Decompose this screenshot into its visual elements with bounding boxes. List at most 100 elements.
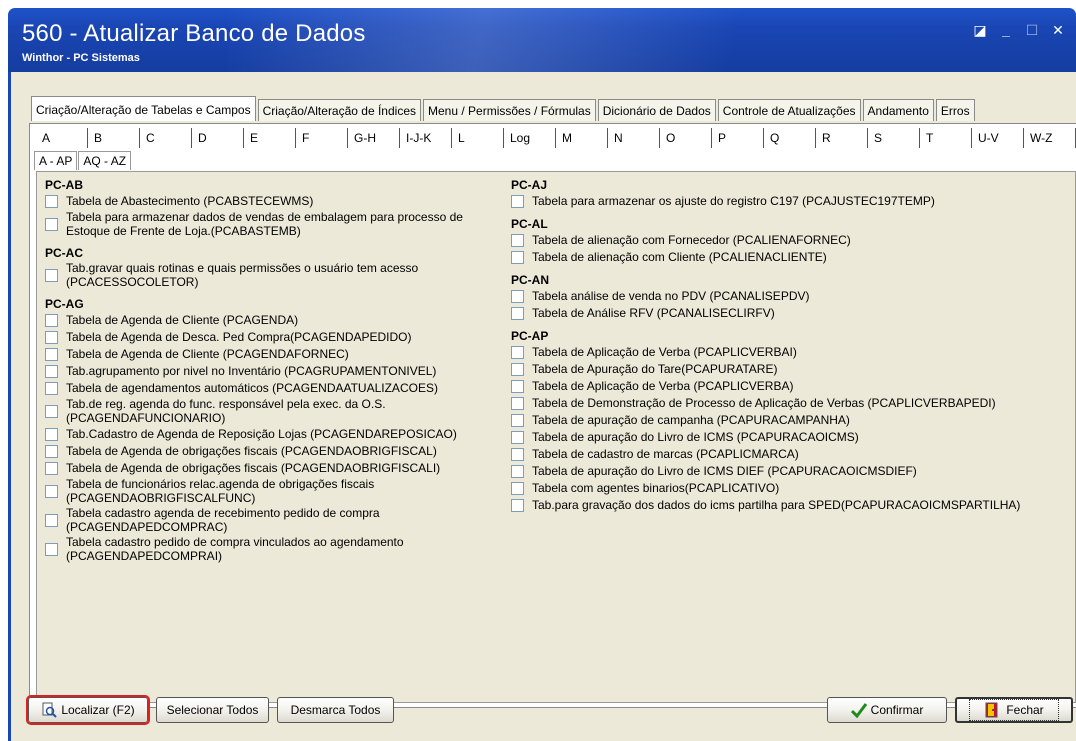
letter-tab-7[interactable]: I-J-K — [400, 128, 452, 148]
checkbox[interactable] — [45, 427, 58, 441]
help-icon[interactable]: ◪ — [972, 22, 988, 38]
table-checkbox-item[interactable]: Tabela de Agenda de Desca. Ped Compra(PC… — [45, 329, 515, 345]
checkbox[interactable] — [511, 306, 524, 320]
table-checkbox-item[interactable]: Tabela de funcionários relac.agenda de o… — [45, 477, 515, 505]
table-checkbox-item[interactable]: Tabela de Abastecimento (PCABSTECEWMS) — [45, 193, 515, 209]
checkbox[interactable] — [45, 461, 58, 475]
table-checkbox-item[interactable]: Tab.para gravação dos dados do icms part… — [511, 497, 1071, 513]
checkbox[interactable] — [511, 289, 524, 303]
letter-tab-9[interactable]: Log — [504, 128, 556, 148]
table-checkbox-item[interactable]: Tabela de Aplicação de Verba (PCAPLICVER… — [511, 378, 1071, 394]
table-checkbox-item[interactable]: Tabela para armazenar dados de vendas de… — [45, 210, 515, 238]
table-checkbox-item[interactable]: Tabela análise de venda no PDV (PCANALIS… — [511, 288, 1071, 304]
table-checkbox-item[interactable]: Tabela de alienação com Fornecedor (PCAL… — [511, 232, 1071, 248]
letter-tab-17[interactable]: T — [920, 128, 972, 148]
table-checkbox-item[interactable]: Tabela de Aplicação de Verba (PCAPLICVER… — [511, 344, 1071, 360]
close-icon[interactable]: ✕ — [1050, 22, 1066, 38]
table-checkbox-item[interactable]: Tabela de cadastro de marcas (PCAPLICMAR… — [511, 446, 1071, 462]
checkbox[interactable] — [45, 364, 58, 378]
confirm-button[interactable]: Confirmar — [827, 697, 947, 723]
maximize-icon[interactable]: ☐ — [1024, 22, 1040, 38]
tab-6[interactable]: Erros — [935, 99, 975, 121]
checkbox[interactable] — [45, 542, 58, 556]
checkbox[interactable] — [45, 404, 58, 418]
table-checkbox-item[interactable]: Tab.agrupamento por nivel no Inventário … — [45, 363, 515, 379]
table-checkbox-item[interactable]: Tabela de Agenda de Cliente (PCAGENDAFOR… — [45, 346, 515, 362]
minimize-icon[interactable]: _ — [998, 22, 1014, 38]
checkbox[interactable] — [511, 379, 524, 393]
table-checkbox-item[interactable]: Tabela de Apuração do Tare(PCAPURATARE) — [511, 361, 1071, 377]
table-checkbox-item[interactable]: Tabela cadastro pedido de compra vincula… — [45, 535, 515, 563]
table-checkbox-item[interactable]: Tab.de reg. agenda do func. responsável … — [45, 397, 515, 425]
letter-tab-6[interactable]: G-H — [348, 128, 400, 148]
table-checkbox-item[interactable]: Tabela de Agenda de Cliente (PCAGENDA) — [45, 312, 515, 328]
checkbox[interactable] — [511, 194, 524, 208]
letter-tab-13[interactable]: P — [712, 128, 764, 148]
tab-5[interactable]: Andamento — [862, 99, 934, 121]
range-tab-0[interactable]: A - AP — [34, 151, 78, 170]
letter-tab-12[interactable]: O — [660, 128, 712, 148]
table-checkbox-item[interactable]: Tabela de agendamentos automáticos (PCAG… — [45, 380, 515, 396]
checkbox[interactable] — [511, 481, 524, 495]
checkbox[interactable] — [45, 484, 58, 498]
letter-tab-8[interactable]: L — [452, 128, 504, 148]
letter-tab-19[interactable]: W-Z — [1024, 128, 1076, 148]
table-checkbox-item[interactable]: Tabela para armazenar os ajuste do regis… — [511, 193, 1071, 209]
close-button[interactable]: Fechar — [955, 697, 1073, 723]
letter-tab-10[interactable]: M — [556, 128, 608, 148]
letter-tab-16[interactable]: S — [868, 128, 920, 148]
letter-tab-3[interactable]: D — [192, 128, 244, 148]
checkbox[interactable] — [45, 313, 58, 327]
checkbox[interactable] — [511, 362, 524, 376]
checkbox[interactable] — [511, 430, 524, 444]
find-button[interactable]: Localizar (F2) — [26, 695, 150, 725]
checkbox[interactable] — [45, 513, 58, 527]
range-tab-1[interactable]: AQ - AZ — [78, 151, 132, 170]
table-checkbox-item[interactable]: Tabela de Demonstração de Processo de Ap… — [511, 395, 1071, 411]
table-checkbox-item[interactable]: Tabela de apuração de campanha (PCAPURAC… — [511, 412, 1071, 428]
letter-tab-4[interactable]: E — [244, 128, 296, 148]
letter-tab-2[interactable]: C — [140, 128, 192, 148]
table-checkbox-item[interactable]: Tabela com agentes binarios(PCAPLICATIVO… — [511, 480, 1071, 496]
checkbox[interactable] — [45, 268, 58, 282]
table-checkbox-item[interactable]: Tabela de apuração do Livro de ICMS (PCA… — [511, 429, 1071, 445]
tab-4[interactable]: Controle de Atualizações — [717, 99, 861, 121]
letter-tab-14[interactable]: Q — [764, 128, 816, 148]
table-checkbox-item[interactable]: Tabela de alienação com Cliente (PCALIEN… — [511, 249, 1071, 265]
checkbox[interactable] — [45, 194, 58, 208]
checkbox[interactable] — [511, 413, 524, 427]
checkbox[interactable] — [511, 250, 524, 264]
table-checkbox-item[interactable]: Tabela de Agenda de obrigações fiscais (… — [45, 460, 515, 476]
table-checkbox-item[interactable]: Tabela de Agenda de obrigações fiscais (… — [45, 443, 515, 459]
table-checkbox-item[interactable]: Tab.Cadastro de Agenda de Reposição Loja… — [45, 426, 515, 442]
letter-tab-15[interactable]: R — [816, 128, 868, 148]
tab-2[interactable]: Menu / Permissões / Fórmulas — [423, 99, 596, 121]
checkbox[interactable] — [511, 345, 524, 359]
tab-3[interactable]: Dicionário de Dados — [597, 99, 716, 121]
table-checkbox-item[interactable]: Tabela de apuração do Livro de ICMS DIEF… — [511, 463, 1071, 479]
letter-tab-1[interactable]: B — [88, 128, 140, 148]
table-checkbox-item[interactable]: Tab.gravar quais rotinas e quais permiss… — [45, 261, 515, 289]
checkbox[interactable] — [511, 396, 524, 410]
title-bar[interactable]: 560 - Atualizar Banco de Dados Winthor -… — [8, 8, 1076, 72]
letter-tab-5[interactable]: F — [296, 128, 348, 148]
checkbox[interactable] — [45, 330, 58, 344]
tab-1[interactable]: Criação/Alteração de Índices — [257, 99, 421, 121]
checkbox[interactable] — [45, 347, 58, 361]
table-list-panel: PC-AB Tabela de Abastecimento (PCABSTECEW… — [36, 171, 1076, 703]
table-checkbox-item[interactable]: Tabela cadastro agenda de recebimento pe… — [45, 506, 515, 534]
checkbox[interactable] — [45, 444, 58, 458]
checkbox[interactable] — [511, 233, 524, 247]
checkbox[interactable] — [511, 464, 524, 478]
tab-0[interactable]: Criação/Alteração de Tabelas e Campos — [31, 96, 256, 121]
select-all-button[interactable]: Selecionar Todos — [156, 697, 269, 723]
checkbox[interactable] — [45, 381, 58, 395]
checkbox[interactable] — [511, 498, 524, 512]
letter-tab-0[interactable]: A — [36, 128, 88, 148]
checkbox[interactable] — [45, 217, 58, 231]
letter-tab-11[interactable]: N — [608, 128, 660, 148]
letter-tab-18[interactable]: U-V — [972, 128, 1024, 148]
checkbox[interactable] — [511, 447, 524, 461]
table-checkbox-item[interactable]: Tabela de Análise RFV (PCANALISECLIRFV) — [511, 305, 1071, 321]
unmark-all-button[interactable]: Desmarca Todos — [277, 697, 394, 723]
